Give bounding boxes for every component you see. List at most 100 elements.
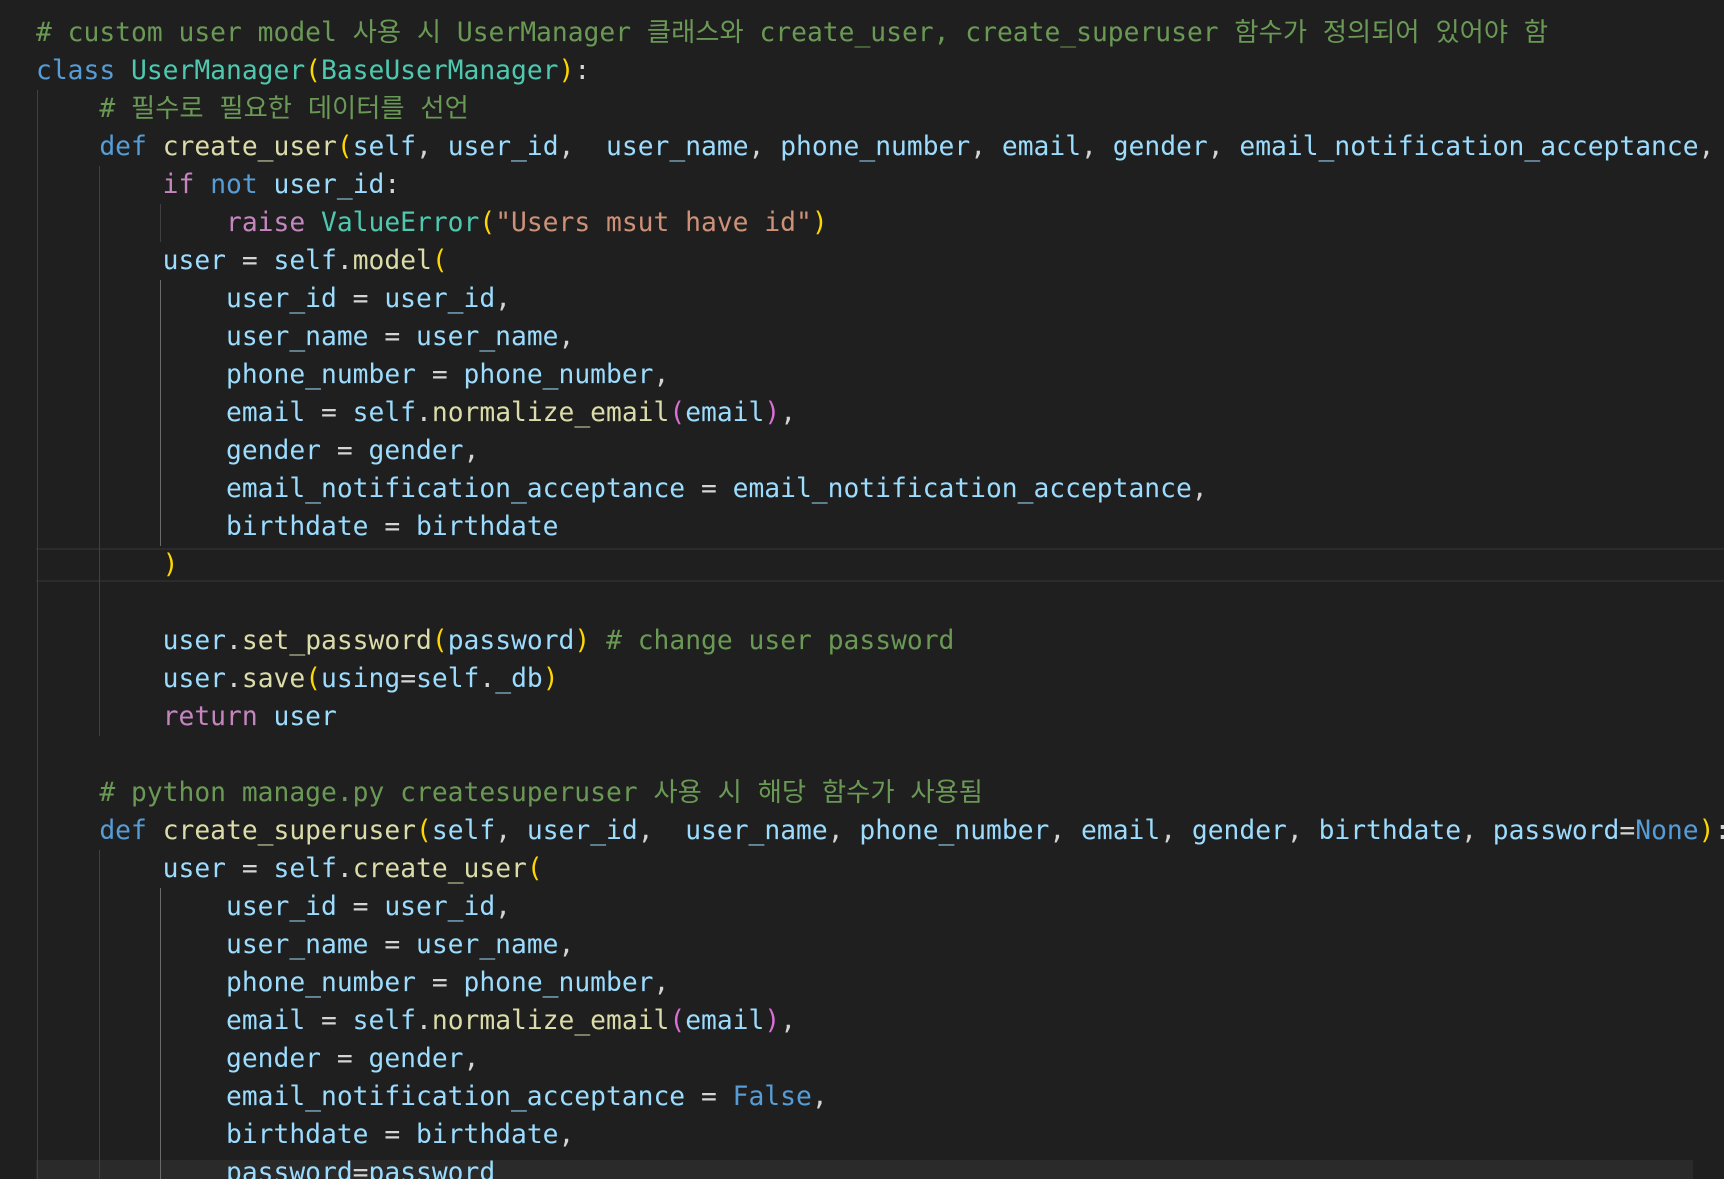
code-token: user xyxy=(162,626,227,656)
code-line[interactable]: # custom user model 사용 시 UserManager 클래스… xyxy=(36,14,1548,52)
code-token: = xyxy=(416,968,464,998)
code-line[interactable]: password=password xyxy=(36,1154,495,1179)
code-token: BaseUserManager xyxy=(321,56,559,86)
code-line[interactable]: user.save(using=self._db) xyxy=(36,660,559,698)
code-token: if xyxy=(162,170,195,200)
code-token: = xyxy=(400,664,417,694)
code-line[interactable]: user_id = user_id, xyxy=(36,888,511,926)
code-token: ( xyxy=(431,626,448,656)
code-line[interactable]: birthdate = birthdate, xyxy=(36,1116,574,1154)
code-token: phone_number xyxy=(780,132,971,162)
code-token: , xyxy=(558,1120,575,1150)
code-token: user_id xyxy=(526,816,638,846)
code-line[interactable]: class UserManager(BaseUserManager): xyxy=(36,52,590,90)
code-token: # 필수로 필요한 데이터를 선언 xyxy=(99,94,469,124)
code-token: phone_number xyxy=(463,968,654,998)
code-token: birthdate xyxy=(1318,816,1462,846)
code-line[interactable]: email_notification_acceptance = False, xyxy=(36,1078,828,1116)
code-token: ) xyxy=(764,398,781,428)
code-line[interactable]: # 필수로 필요한 데이터를 선언 xyxy=(36,90,469,128)
code-token: phone_number xyxy=(226,360,416,390)
code-token: set_password xyxy=(241,626,432,656)
code-token: email xyxy=(226,1006,306,1036)
code-token: _db xyxy=(495,664,543,694)
code-token: = xyxy=(368,1120,416,1150)
code-line[interactable]: gender = gender, xyxy=(36,432,479,470)
code-token: . xyxy=(226,664,242,694)
code-line[interactable]: ) xyxy=(36,546,179,584)
code-token: birthdate xyxy=(416,1120,559,1150)
code-token: , xyxy=(463,1044,480,1074)
code-token: password xyxy=(1492,816,1620,846)
code-line[interactable]: # python manage.py createsuperuser 사용 시 … xyxy=(36,774,983,812)
code-token: ) xyxy=(558,56,575,86)
code-token: user_id xyxy=(447,132,559,162)
code-token: self xyxy=(273,246,337,276)
code-line[interactable]: email_notification_acceptance = email_no… xyxy=(36,470,1208,508)
code-token: . xyxy=(336,854,353,884)
code-editor[interactable]: # custom user model 사용 시 UserManager 클래스… xyxy=(0,0,1724,1179)
code-line[interactable]: phone_number = phone_number, xyxy=(36,964,669,1002)
code-line[interactable]: gender = gender, xyxy=(36,1040,479,1078)
code-token: email xyxy=(685,1006,765,1036)
code-token: = xyxy=(336,892,385,922)
code-line[interactable]: return user xyxy=(36,698,337,736)
code-token: = xyxy=(685,474,733,504)
code-token: self xyxy=(273,854,337,884)
code-token: user_name xyxy=(416,930,559,960)
code-line[interactable]: email = self.normalize_email(email), xyxy=(36,394,796,432)
code-token: gender xyxy=(1112,132,1208,162)
code-token: ) xyxy=(574,626,591,656)
code-token: . xyxy=(479,664,496,694)
code-token: password xyxy=(447,626,575,656)
code-line[interactable]: user = self.create_user( xyxy=(36,850,543,888)
code-line[interactable]: raise ValueError("Users msut have id") xyxy=(36,204,828,242)
code-line[interactable]: phone_number = phone_number, xyxy=(36,356,669,394)
code-line[interactable]: user_name = user_name, xyxy=(36,926,574,964)
code-token: self xyxy=(352,1006,417,1036)
code-token: def xyxy=(99,132,147,162)
code-token: password xyxy=(368,1158,496,1179)
code-token: ( xyxy=(526,854,543,884)
code-token: birthdate xyxy=(226,1120,369,1150)
code-token: ( xyxy=(669,1006,686,1036)
code-token: user_id xyxy=(273,170,385,200)
code-line[interactable]: user_name = user_name, xyxy=(36,318,574,356)
code-token: gender xyxy=(226,436,321,466)
code-line[interactable]: user.set_password(password) # change use… xyxy=(36,622,955,660)
code-line[interactable]: def create_user(self, user_id, user_name… xyxy=(36,128,1724,166)
code-line[interactable]: if not user_id: xyxy=(36,166,401,204)
code-token: user_id xyxy=(384,284,496,314)
code-token: email xyxy=(1001,132,1082,162)
code-line[interactable]: def create_superuser(self, user_id, user… xyxy=(36,812,1724,850)
code-token: email_notification_acceptance xyxy=(1239,132,1699,162)
code-line[interactable]: user_id = user_id, xyxy=(36,280,511,318)
code-line[interactable]: user = self.model( xyxy=(36,242,448,280)
code-token: : xyxy=(1714,816,1724,846)
code-token: user_name xyxy=(685,816,828,846)
code-token: , xyxy=(1286,816,1319,846)
code-token: save xyxy=(241,664,306,694)
code-token: # python manage.py createsuperuser 사용 시 … xyxy=(99,778,983,808)
code-line[interactable]: birthdate = birthdate xyxy=(36,508,559,546)
code-line[interactable]: email = self.normalize_email(email), xyxy=(36,1002,796,1040)
code-token: , xyxy=(495,816,527,846)
code-token: , xyxy=(637,816,686,846)
code-token: UserManager xyxy=(131,56,306,86)
code-token: , xyxy=(827,816,860,846)
code-token: birthdate xyxy=(416,512,559,542)
code-token: gender xyxy=(368,436,464,466)
